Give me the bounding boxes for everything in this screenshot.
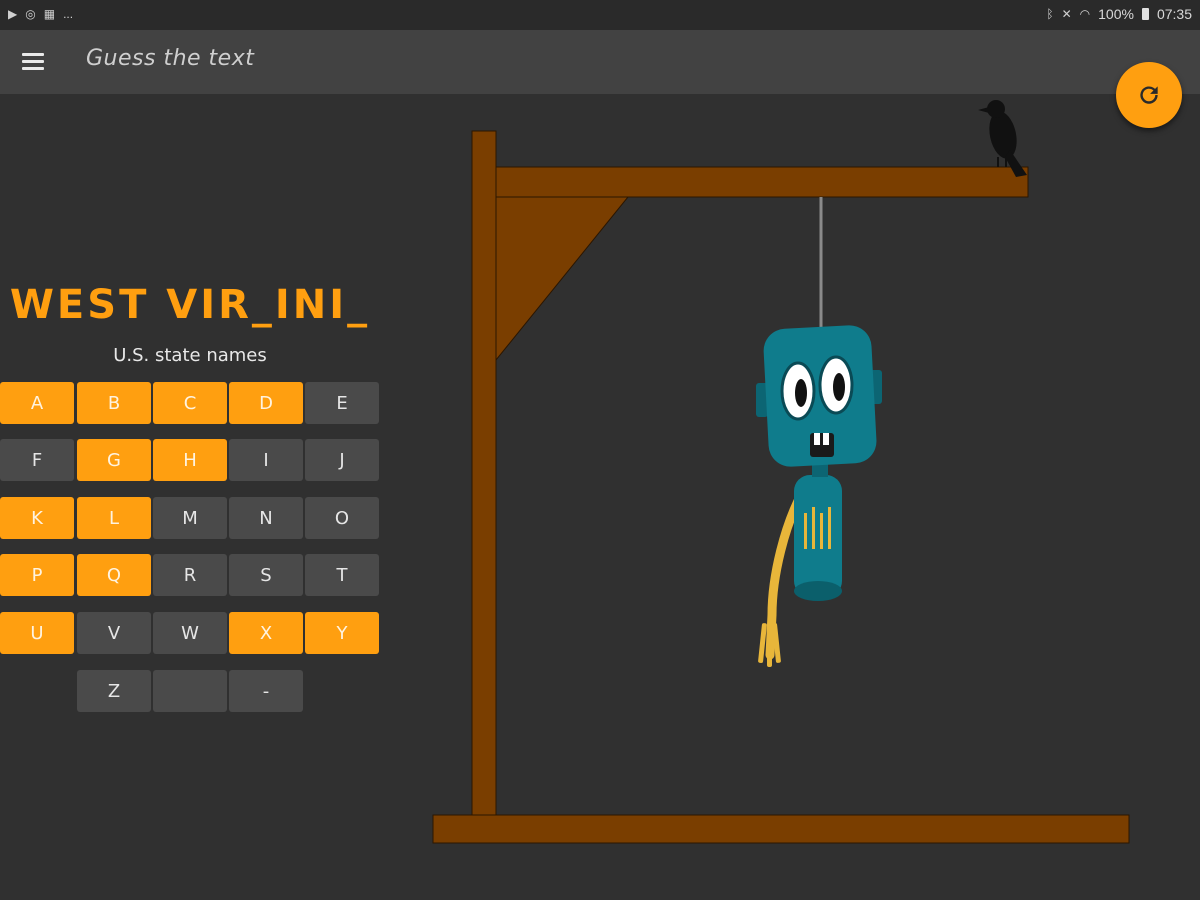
gallows-brace (495, 196, 630, 362)
key-r[interactable]: R (153, 554, 227, 596)
key-f[interactable]: F (0, 439, 74, 481)
key-a[interactable]: A (0, 382, 74, 424)
key-y[interactable]: Y (305, 612, 379, 654)
key-n[interactable]: N (229, 497, 303, 539)
play-icon: ▶ (8, 7, 18, 21)
key-u[interactable]: U (0, 612, 74, 654)
target-icon: ◎ (25, 7, 36, 21)
gallows-post (471, 130, 497, 816)
key-z[interactable]: Z (77, 670, 151, 712)
key-p[interactable]: P (0, 554, 74, 596)
key-m[interactable]: M (153, 497, 227, 539)
key-q[interactable]: Q (77, 554, 151, 596)
key-d[interactable]: D (229, 382, 303, 424)
gallows-beam (495, 166, 1029, 198)
key-c[interactable]: C (153, 382, 227, 424)
status-bar-left: ▶ ◎ ▦ ... (8, 6, 73, 22)
key-hyphen[interactable]: - (229, 670, 303, 712)
battery-icon (1141, 8, 1149, 20)
calendar-icon: ▦ (43, 7, 56, 21)
key-i[interactable]: I (229, 439, 303, 481)
key-g[interactable]: G (77, 439, 151, 481)
puzzle-word: WEST VIR_INI_ (9, 282, 371, 328)
mute-icon: ✕ (1061, 7, 1072, 21)
key-x[interactable]: X (229, 612, 303, 654)
key-l[interactable]: L (77, 497, 151, 539)
status-bar: ▶ ◎ ▦ ... ᛒ ✕ ◠ 100% 07:35 (0, 0, 1200, 30)
key-space[interactable] (153, 670, 227, 712)
status-more: ... (63, 7, 74, 21)
bluetooth-icon: ᛒ (1046, 7, 1054, 21)
crow-icon (978, 100, 1027, 177)
app-title: Guess the text (86, 46, 255, 71)
key-k[interactable]: K (0, 497, 74, 539)
clock: 07:35 (1156, 6, 1192, 22)
gallows-scene (432, 100, 1130, 844)
key-b[interactable]: B (77, 382, 151, 424)
key-t[interactable]: T (305, 554, 379, 596)
key-e[interactable]: E (305, 382, 379, 424)
status-bar-right: ᛒ ✕ ◠ 100% 07:35 (1046, 6, 1192, 22)
wifi-icon: ◠ (1079, 7, 1091, 21)
key-o[interactable]: O (305, 497, 379, 539)
app-bar: Guess the text (0, 30, 1200, 94)
robot-character (756, 325, 882, 667)
key-s[interactable]: S (229, 554, 303, 596)
key-j[interactable]: J (305, 439, 379, 481)
puzzle-category: U.S. state names (113, 345, 267, 366)
app-root: ▶ ◎ ▦ ... ᛒ ✕ ◠ 100% 07:35 Guess the tex… (0, 0, 1200, 900)
battery-percent: 100% (1098, 6, 1134, 22)
key-v[interactable]: V (77, 612, 151, 654)
hamburger-menu-icon[interactable] (18, 48, 48, 76)
key-w[interactable]: W (153, 612, 227, 654)
key-h[interactable]: H (153, 439, 227, 481)
gallows-base (432, 814, 1130, 844)
